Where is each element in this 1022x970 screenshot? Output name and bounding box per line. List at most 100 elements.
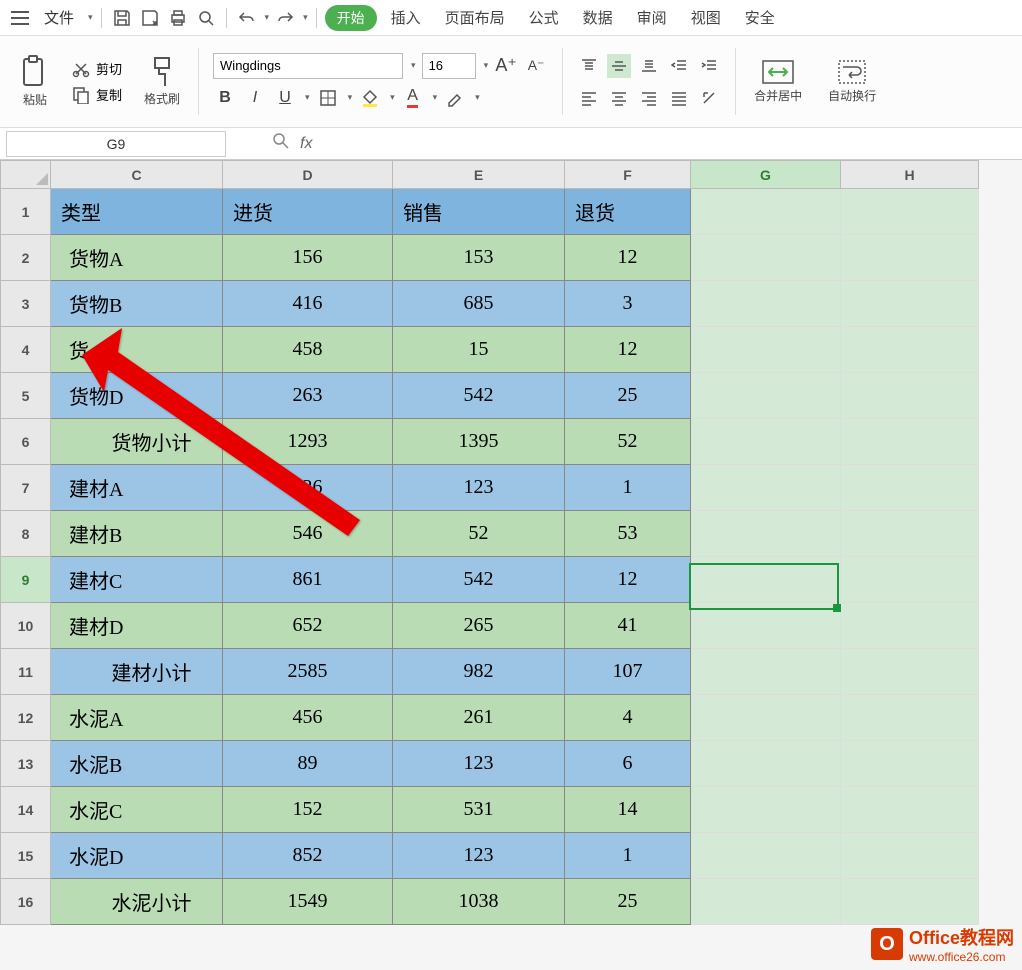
row-header-14[interactable]: 14 — [1, 787, 51, 833]
cell[interactable]: 建材B — [51, 511, 223, 557]
tab-data[interactable]: 数据 — [573, 3, 623, 32]
cell[interactable]: 52 — [565, 419, 691, 465]
cell[interactable]: 6 — [565, 741, 691, 787]
print-icon[interactable] — [166, 6, 190, 30]
cell[interactable]: 526 — [223, 465, 393, 511]
cell[interactable]: 1293 — [223, 419, 393, 465]
row-header-16[interactable]: 16 — [1, 879, 51, 925]
spreadsheet-grid[interactable]: CDEFGH1类型进货销售退货2货物A156153123货物B41668534货… — [0, 160, 1022, 925]
cell[interactable]: 12 — [565, 235, 691, 281]
merge-center-button[interactable]: 合并居中 — [750, 57, 806, 106]
name-box[interactable]: G9 — [6, 131, 226, 157]
clear-format-icon[interactable] — [443, 86, 467, 110]
print-preview-icon[interactable] — [194, 6, 218, 30]
cell[interactable] — [841, 189, 979, 235]
tab-page-layout[interactable]: 页面布局 — [435, 3, 515, 32]
row-header-8[interactable]: 8 — [1, 511, 51, 557]
cell[interactable]: 15 — [393, 327, 565, 373]
italic-icon[interactable]: I — [243, 86, 267, 110]
cell[interactable] — [691, 741, 841, 787]
row-header-9[interactable]: 9 — [1, 557, 51, 603]
cell[interactable]: 退货 — [565, 189, 691, 235]
align-left-icon[interactable] — [577, 86, 601, 110]
fill-color-icon[interactable] — [358, 86, 382, 110]
row-header-13[interactable]: 13 — [1, 741, 51, 787]
cell[interactable]: 153 — [393, 235, 565, 281]
cell[interactable] — [691, 879, 841, 925]
align-center-icon[interactable] — [607, 86, 631, 110]
column-header-E[interactable]: E — [393, 161, 565, 189]
cell[interactable] — [691, 511, 841, 557]
cell[interactable]: 12 — [565, 327, 691, 373]
column-header-H[interactable]: H — [841, 161, 979, 189]
cell[interactable]: 类型 — [51, 189, 223, 235]
cell[interactable] — [841, 373, 979, 419]
cell[interactable] — [691, 695, 841, 741]
cell[interactable] — [691, 557, 841, 603]
align-top-icon[interactable] — [577, 54, 601, 78]
cell[interactable]: 263 — [223, 373, 393, 419]
row-header-3[interactable]: 3 — [1, 281, 51, 327]
cell[interactable]: 41 — [565, 603, 691, 649]
tab-review[interactable]: 审阅 — [627, 3, 677, 32]
copy-button[interactable]: 复制 — [72, 82, 122, 108]
cell[interactable]: 进货 — [223, 189, 393, 235]
cell[interactable] — [841, 465, 979, 511]
align-bottom-icon[interactable] — [637, 54, 661, 78]
tab-view[interactable]: 视图 — [681, 3, 731, 32]
cell[interactable] — [841, 833, 979, 879]
cell[interactable]: 1 — [565, 465, 691, 511]
column-header-F[interactable]: F — [565, 161, 691, 189]
cell[interactable]: 123 — [393, 465, 565, 511]
save-icon[interactable] — [110, 6, 134, 30]
cell[interactable] — [841, 281, 979, 327]
cell[interactable] — [841, 235, 979, 281]
border-icon[interactable] — [316, 86, 340, 110]
redo-icon[interactable] — [273, 6, 297, 30]
cell[interactable] — [691, 787, 841, 833]
cell[interactable]: 2585 — [223, 649, 393, 695]
cell[interactable]: 982 — [393, 649, 565, 695]
cell[interactable]: 456 — [223, 695, 393, 741]
font-size-select[interactable] — [422, 53, 476, 79]
cell[interactable]: 53 — [565, 511, 691, 557]
cell[interactable]: 652 — [223, 603, 393, 649]
search-icon[interactable] — [272, 132, 290, 155]
cell[interactable] — [691, 373, 841, 419]
cell[interactable]: 货物D — [51, 373, 223, 419]
align-right-icon[interactable] — [637, 86, 661, 110]
increase-indent-icon[interactable] — [697, 54, 721, 78]
row-header-12[interactable]: 12 — [1, 695, 51, 741]
cell[interactable]: 12 — [565, 557, 691, 603]
cell[interactable]: 1395 — [393, 419, 565, 465]
row-header-2[interactable]: 2 — [1, 235, 51, 281]
chevron-down-icon[interactable]: ▾ — [411, 60, 416, 71]
cell[interactable] — [841, 557, 979, 603]
cell[interactable]: 458 — [223, 327, 393, 373]
cell[interactable]: 货物A — [51, 235, 223, 281]
cell[interactable] — [841, 419, 979, 465]
cell[interactable]: 建材D — [51, 603, 223, 649]
select-all-corner[interactable] — [1, 161, 51, 189]
cell[interactable]: 89 — [223, 741, 393, 787]
cell[interactable]: 156 — [223, 235, 393, 281]
cell[interactable] — [691, 649, 841, 695]
cell[interactable]: 546 — [223, 511, 393, 557]
hamburger-icon[interactable] — [8, 6, 32, 30]
cell[interactable]: 货 — [51, 327, 223, 373]
tab-security[interactable]: 安全 — [735, 3, 785, 32]
cell[interactable]: 1 — [565, 833, 691, 879]
cell[interactable] — [841, 879, 979, 925]
bold-icon[interactable]: B — [213, 86, 237, 110]
cell[interactable]: 685 — [393, 281, 565, 327]
cell[interactable]: 25 — [565, 879, 691, 925]
cell[interactable] — [691, 603, 841, 649]
cut-button[interactable]: 剪切 — [72, 56, 122, 82]
cell[interactable] — [691, 465, 841, 511]
cell[interactable]: 852 — [223, 833, 393, 879]
cell[interactable]: 531 — [393, 787, 565, 833]
undo-icon[interactable] — [235, 6, 259, 30]
cell[interactable] — [691, 281, 841, 327]
cell[interactable] — [841, 787, 979, 833]
underline-icon[interactable]: U — [273, 86, 297, 110]
